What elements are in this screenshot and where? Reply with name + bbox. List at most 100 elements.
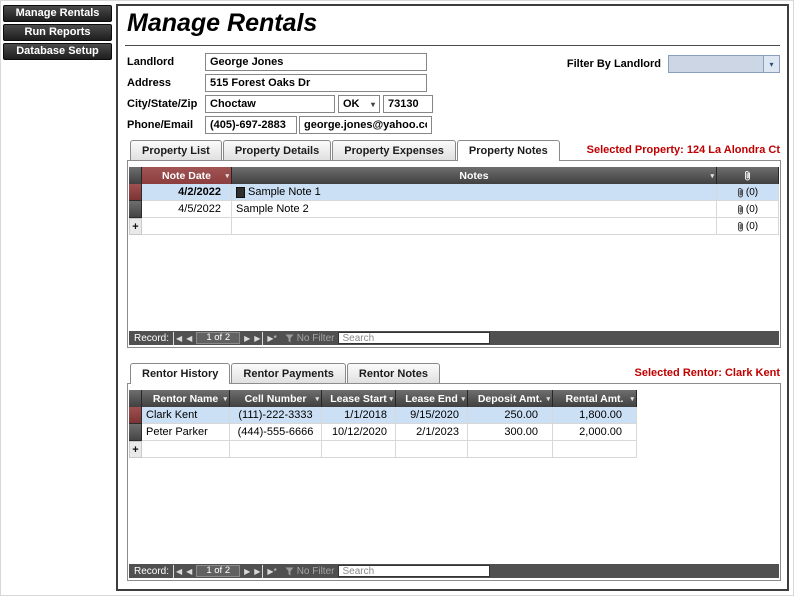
- no-filter-button[interactable]: No Filter: [285, 333, 335, 344]
- attachment-cell[interactable]: (0): [717, 201, 779, 218]
- notes-cell[interactable]: Sample Note 1: [232, 184, 717, 201]
- address-label: Address: [127, 77, 205, 89]
- rental-amt-cell[interactable]: [553, 441, 637, 458]
- search-input[interactable]: [338, 332, 490, 344]
- new-record-row: +: [129, 441, 637, 458]
- phone-field[interactable]: [205, 116, 297, 134]
- deposit-amt-column-header[interactable]: Deposit Amt. ▾: [468, 390, 553, 407]
- row-selector[interactable]: [129, 407, 142, 424]
- first-record-button[interactable]: ◀: [173, 565, 182, 578]
- sidebar-item-manage-rentals[interactable]: Manage Rentals: [3, 5, 112, 22]
- attachment-column-header[interactable]: [717, 167, 779, 184]
- cell-number-cell[interactable]: (444)-555-6666: [230, 424, 322, 441]
- rentor-name-cell[interactable]: Clark Kent: [142, 407, 230, 424]
- row-selector[interactable]: [129, 424, 142, 441]
- tab-property-list[interactable]: Property List: [130, 140, 222, 160]
- deposit-amt-cell[interactable]: [468, 441, 553, 458]
- sort-dropdown-icon[interactable]: ▾: [315, 395, 319, 403]
- manage-rentals-panel: Manage Rentals Landlord Address City/Sta…: [116, 4, 789, 591]
- next-record-button[interactable]: ▶: [244, 332, 250, 345]
- filter-by-landlord-label: Filter By Landlord: [567, 58, 661, 70]
- lease-end-column-header[interactable]: Lease End ▾: [396, 390, 468, 407]
- filter-by-landlord-group: Filter By Landlord ▾: [567, 55, 780, 73]
- sort-dropdown-icon[interactable]: ▾: [389, 395, 393, 403]
- deposit-amt-cell[interactable]: 300.00: [468, 424, 553, 441]
- record-position[interactable]: 1 of 2: [196, 565, 240, 577]
- new-record-selector[interactable]: +: [129, 441, 142, 458]
- note-date-cell[interactable]: [142, 218, 232, 235]
- rentor-history-header-row: Rentor Name ▾ Cell Number ▾ Lease Start …: [129, 390, 637, 407]
- search-input[interactable]: [338, 565, 490, 577]
- last-record-button[interactable]: ▶: [254, 565, 263, 578]
- sort-dropdown-icon[interactable]: ▾: [223, 395, 227, 403]
- lease-end-cell[interactable]: [396, 441, 468, 458]
- cell-number-cell[interactable]: [230, 441, 322, 458]
- next-record-button[interactable]: ▶: [244, 565, 250, 578]
- sidebar-item-run-reports[interactable]: Run Reports: [3, 24, 112, 41]
- note-date-column-header[interactable]: Note Date ▾: [142, 167, 232, 184]
- cell-number-cell[interactable]: (111)-222-3333: [230, 407, 322, 424]
- rentor-tabs: Rentor History Rentor Payments Rentor No…: [130, 363, 781, 383]
- landlord-field[interactable]: [205, 53, 427, 71]
- tab-property-expenses[interactable]: Property Expenses: [332, 140, 456, 160]
- new-record-selector[interactable]: +: [129, 218, 142, 235]
- cell-number-column-header[interactable]: Cell Number ▾: [230, 390, 322, 407]
- new-record-button[interactable]: ▶*: [267, 565, 276, 578]
- previous-record-button[interactable]: ◀: [186, 565, 192, 578]
- tab-rentor-payments[interactable]: Rentor Payments: [231, 363, 345, 383]
- first-record-button[interactable]: ◀: [173, 332, 182, 345]
- city-field[interactable]: [205, 95, 335, 113]
- lease-start-cell[interactable]: 1/1/2018: [322, 407, 396, 424]
- rental-amt-cell[interactable]: 2,000.00: [553, 424, 637, 441]
- tab-property-notes[interactable]: Property Notes: [457, 140, 560, 161]
- sort-dropdown-icon[interactable]: ▾: [710, 172, 714, 180]
- property-tab-control: Property List Property Details Property …: [127, 140, 781, 348]
- address-field[interactable]: [205, 74, 427, 92]
- notes-column-header[interactable]: Notes ▾: [232, 167, 717, 184]
- table-row: 4/5/2022 Sample Note 2 (0): [129, 201, 779, 218]
- row-selector[interactable]: [129, 201, 142, 218]
- notes-cell[interactable]: Sample Note 2: [232, 201, 717, 218]
- paperclip-icon: [737, 187, 744, 198]
- new-record-button[interactable]: ▶*: [267, 332, 276, 345]
- lease-end-cell[interactable]: 9/15/2020: [396, 407, 468, 424]
- email-field[interactable]: [299, 116, 432, 134]
- attachment-cell[interactable]: (0): [717, 184, 779, 201]
- lease-end-cell[interactable]: 2/1/2023: [396, 424, 468, 441]
- note-date-cell[interactable]: 4/5/2022: [142, 201, 232, 218]
- tab-property-details[interactable]: Property Details: [223, 140, 331, 160]
- filter-by-landlord-combo[interactable]: ▾: [668, 55, 780, 73]
- sort-dropdown-icon[interactable]: ▾: [461, 395, 465, 403]
- record-position[interactable]: 1 of 2: [196, 332, 240, 344]
- chevron-down-icon[interactable]: ▾: [763, 56, 779, 72]
- zip-field[interactable]: [383, 95, 433, 113]
- chevron-down-icon[interactable]: ▾: [371, 100, 375, 109]
- sort-dropdown-icon[interactable]: ▾: [225, 172, 229, 180]
- sidebar-item-database-setup[interactable]: Database Setup: [3, 43, 112, 60]
- deposit-amt-cell[interactable]: 250.00: [468, 407, 553, 424]
- title-divider: [125, 45, 780, 46]
- tab-rentor-notes[interactable]: Rentor Notes: [347, 363, 440, 383]
- rental-amt-cell[interactable]: 1,800.00: [553, 407, 637, 424]
- rental-amt-column-header[interactable]: Rental Amt. ▾: [553, 390, 637, 407]
- rentor-name-column-header[interactable]: Rentor Name ▾: [142, 390, 230, 407]
- rentor-name-cell[interactable]: [142, 441, 230, 458]
- sort-dropdown-icon[interactable]: ▾: [546, 395, 550, 403]
- attachment-cell[interactable]: (0): [717, 218, 779, 235]
- lease-start-cell[interactable]: [322, 441, 396, 458]
- no-filter-button[interactable]: No Filter: [285, 566, 335, 577]
- property-notes-header-row: Note Date ▾ Notes ▾: [129, 167, 779, 184]
- previous-record-button[interactable]: ◀: [186, 332, 192, 345]
- rentor-name-cell[interactable]: Peter Parker: [142, 424, 230, 441]
- row-selector[interactable]: [129, 184, 142, 201]
- note-date-cell[interactable]: 4/2/2022: [142, 184, 232, 201]
- lease-start-column-header[interactable]: Lease Start ▾: [322, 390, 396, 407]
- state-combo[interactable]: OK ▾: [338, 95, 380, 113]
- lease-start-cell[interactable]: 10/12/2020: [322, 424, 396, 441]
- sort-dropdown-icon[interactable]: ▾: [630, 395, 634, 403]
- page-title: Manage Rentals: [127, 9, 317, 38]
- property-tabs: Property List Property Details Property …: [130, 140, 781, 160]
- last-record-button[interactable]: ▶: [254, 332, 263, 345]
- notes-cell[interactable]: [232, 218, 717, 235]
- tab-rentor-history[interactable]: Rentor History: [130, 363, 230, 384]
